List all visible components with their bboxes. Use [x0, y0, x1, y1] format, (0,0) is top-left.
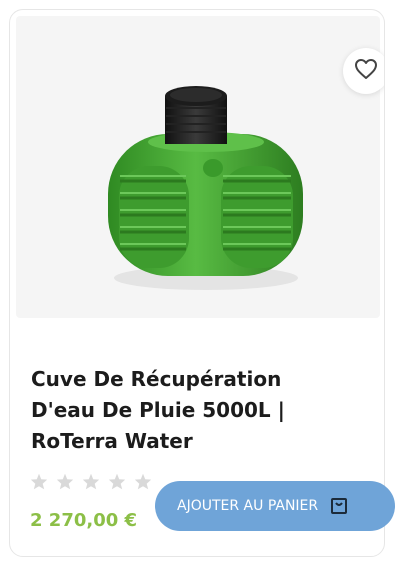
- add-to-cart-label: AJOUTER AU PANIER: [177, 498, 319, 514]
- star-icon: [56, 473, 74, 490]
- rainwater-tank-image: [108, 86, 303, 290]
- star-icon: [82, 473, 100, 490]
- shopping-bag-icon: [330, 497, 348, 515]
- star-icon: [134, 473, 152, 490]
- product-card[interactable]: Cuve De Récupération D'eau De Pluie 5000…: [9, 9, 385, 557]
- product-title[interactable]: Cuve De Récupération D'eau De Pluie 5000…: [31, 364, 351, 457]
- wishlist-button[interactable]: [343, 48, 384, 94]
- add-to-cart-button[interactable]: AJOUTER AU PANIER: [155, 481, 395, 531]
- star-rating: [30, 473, 152, 490]
- product-price: 2 270,00 €: [30, 510, 138, 531]
- star-icon: [108, 473, 126, 490]
- star-icon: [30, 473, 48, 490]
- product-image[interactable]: [16, 16, 380, 318]
- heart-icon: [354, 58, 378, 84]
